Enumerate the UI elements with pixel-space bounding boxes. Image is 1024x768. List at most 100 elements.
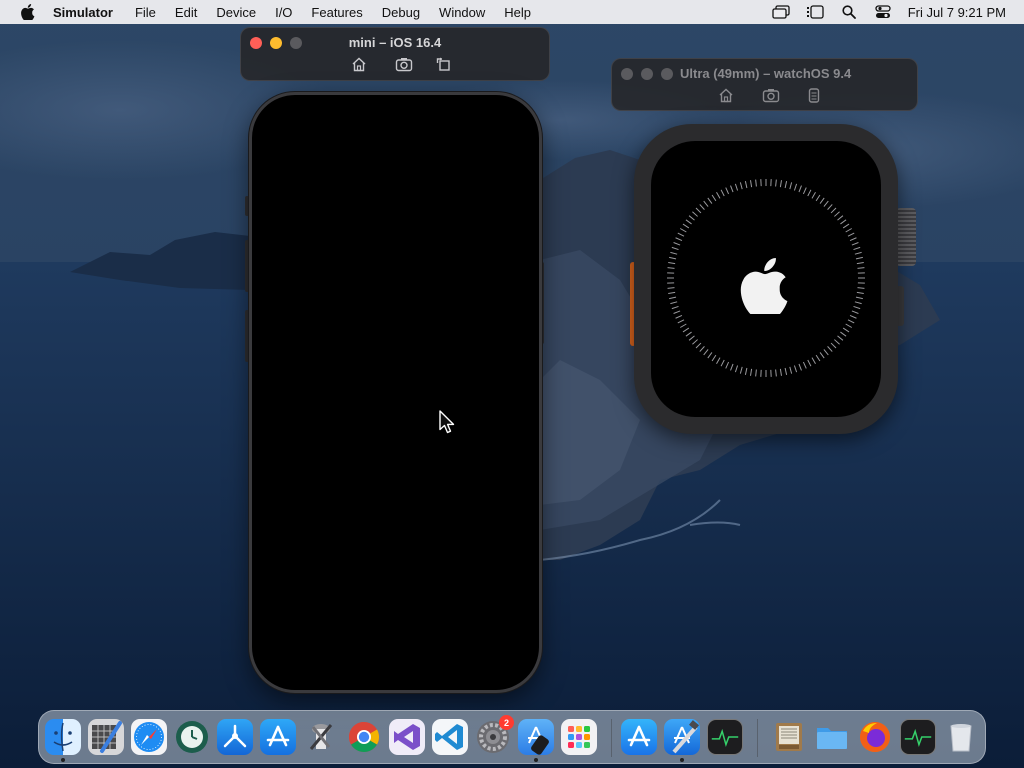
progress-tick — [671, 246, 679, 251]
safari-icon[interactable] — [131, 719, 167, 755]
progress-tick — [673, 242, 681, 246]
progress-tick — [807, 189, 812, 197]
progress-tick — [730, 185, 734, 193]
progress-tick — [789, 182, 793, 190]
progress-tick — [699, 346, 705, 352]
iphone-simulator-toolbar[interactable]: mini – iOS 16.4 — [240, 27, 550, 81]
menu-bar: Simulator File Edit Device I/O Features … — [0, 0, 1024, 24]
progress-tick — [830, 342, 837, 349]
xcode-utilities-icon[interactable] — [303, 719, 339, 755]
progress-tick — [707, 352, 713, 359]
menu-io[interactable]: I/O — [275, 5, 292, 20]
progress-tick — [755, 179, 757, 187]
activity-monitor-2-icon[interactable] — [900, 719, 936, 755]
control-center-icon[interactable] — [874, 4, 892, 20]
firefox-icon[interactable] — [857, 719, 893, 755]
vscode-icon[interactable] — [432, 719, 468, 755]
progress-tick — [793, 183, 798, 191]
app-store-connect-icon[interactable] — [260, 719, 296, 755]
progress-tick — [668, 291, 676, 294]
progress-tick — [720, 189, 725, 197]
progress-tick — [857, 267, 865, 269]
progress-tick — [802, 187, 807, 195]
folder-icon[interactable] — [814, 719, 850, 755]
progress-tick — [695, 207, 702, 214]
rotate-icon[interactable] — [434, 55, 452, 73]
dock-separator — [611, 719, 612, 757]
menu-help[interactable]: Help — [504, 5, 531, 20]
simulator-running-indicator — [534, 758, 538, 762]
home-button-icon[interactable] — [350, 55, 368, 73]
finder-running-indicator — [61, 758, 65, 762]
progress-tick — [673, 310, 681, 314]
menu-debug[interactable]: Debug — [382, 5, 420, 20]
app-store-icon[interactable] — [621, 719, 657, 755]
progress-tick — [716, 192, 721, 199]
watch-home-button-icon[interactable] — [717, 86, 735, 104]
simulator-icon[interactable] — [518, 719, 554, 755]
menu-edit[interactable]: Edit — [175, 5, 197, 20]
watch-simulator-toolbar[interactable]: Ultra (49mm) – watchOS 9.4 — [611, 58, 918, 111]
dock-separator — [757, 719, 758, 757]
progress-tick — [842, 327, 850, 333]
testflight-icon[interactable] — [217, 719, 253, 755]
apple-menu-icon[interactable] — [17, 1, 39, 23]
progress-tick — [669, 296, 677, 300]
progress-tick — [677, 232, 685, 237]
progress-tick — [779, 368, 782, 376]
progress-tick — [830, 207, 837, 214]
menu-features[interactable]: Features — [311, 5, 362, 20]
time-machine-icon[interactable] — [174, 719, 210, 755]
xcode-icon[interactable] — [664, 719, 700, 755]
watch-digital-crown[interactable] — [896, 208, 916, 266]
progress-tick — [819, 352, 825, 359]
finder-icon[interactable] — [45, 719, 81, 755]
screenshot-icon[interactable] — [395, 55, 413, 73]
progress-tick — [811, 357, 816, 364]
apple-logo-icon — [740, 258, 788, 314]
progress-tick — [798, 185, 802, 193]
iphone-screen[interactable] — [249, 92, 542, 693]
menu-window[interactable]: Window — [439, 5, 485, 20]
progress-tick — [855, 296, 863, 300]
stage-manager-icon[interactable] — [806, 4, 824, 20]
activity-monitor-icon[interactable] — [707, 719, 743, 755]
progress-tick — [851, 242, 859, 246]
progress-tick — [853, 305, 861, 310]
menu-device[interactable]: Device — [216, 5, 256, 20]
menu-file[interactable]: File — [135, 5, 156, 20]
menu-bar-clock[interactable]: Fri Jul 7 9:21 PM — [908, 5, 1006, 20]
trash-icon[interactable] — [943, 719, 979, 755]
watch-close-button[interactable] — [621, 68, 633, 80]
progress-tick — [857, 287, 865, 289]
progress-tick — [855, 256, 863, 260]
progress-tick — [739, 182, 743, 190]
watch-side-button-icon[interactable] — [805, 86, 823, 104]
progress-tick — [734, 365, 739, 373]
screen-mirroring-icon[interactable] — [772, 4, 790, 20]
progress-tick — [671, 305, 679, 310]
watch-screen[interactable] — [651, 141, 881, 417]
visual-studio-icon[interactable] — [389, 719, 425, 755]
progress-tick — [851, 310, 859, 314]
launchpad-icon[interactable] — [561, 719, 597, 755]
progress-tick — [755, 369, 757, 377]
progress-tick — [711, 354, 717, 362]
app-menu-simulator[interactable]: Simulator — [53, 5, 113, 20]
progress-tick — [692, 211, 698, 217]
menu-extras: Fri Jul 7 9:21 PM — [756, 0, 1006, 24]
progress-tick — [685, 219, 692, 225]
progress-tick — [725, 187, 730, 195]
progress-tick — [675, 237, 683, 242]
instruments-icon[interactable] — [88, 719, 124, 755]
chrome-icon[interactable] — [346, 719, 382, 755]
progress-tick — [775, 179, 777, 187]
progress-tick — [725, 361, 730, 369]
watch-screenshot-icon[interactable] — [762, 86, 780, 104]
progress-tick — [734, 183, 739, 191]
progress-tick — [775, 369, 777, 377]
progress-tick — [692, 339, 698, 345]
archive-utility-icon[interactable] — [771, 719, 807, 755]
progress-tick — [682, 327, 690, 333]
spotlight-search-icon[interactable] — [840, 4, 858, 20]
